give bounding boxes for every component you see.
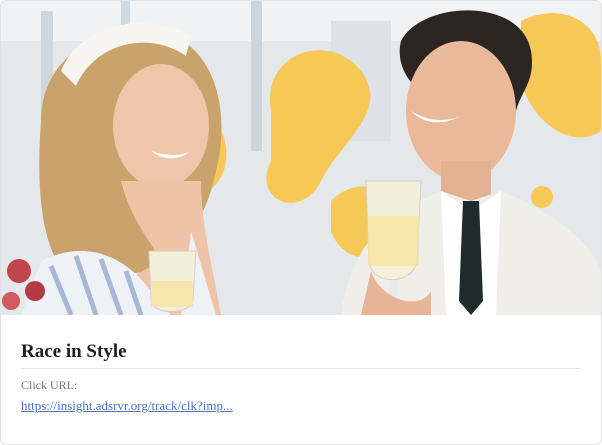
ad-info: Race in Style Click URL: https://insight… [21, 327, 581, 415]
ad-creative-photo [1, 1, 601, 315]
ad-creative-image [1, 1, 601, 315]
ad-preview-card: Race in Style Click URL: https://insight… [0, 0, 602, 445]
click-url-link[interactable]: https://insight.adsrvr.org/track/clk?imp… [21, 398, 233, 414]
ad-title: Race in Style [21, 327, 581, 369]
click-url-label: Click URL: [21, 378, 78, 392]
